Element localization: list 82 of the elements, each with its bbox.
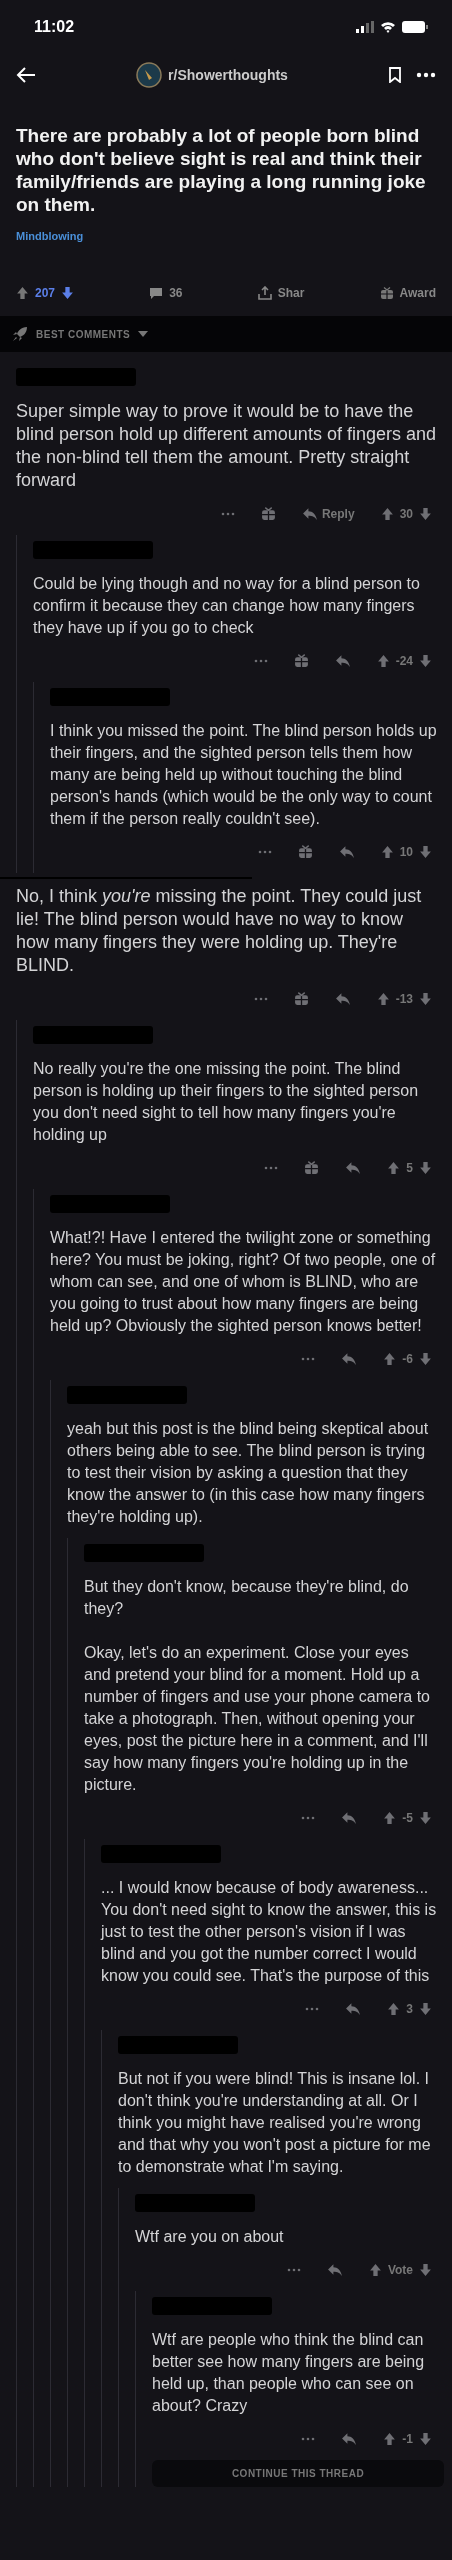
vote-count: -13 xyxy=(395,991,413,1006)
rocket-icon xyxy=(12,326,28,342)
reply-icon[interactable] xyxy=(334,991,351,1006)
upvote-icon[interactable] xyxy=(368,2262,382,2277)
continue-thread-button[interactable]: CONTINUE THIS THREAD xyxy=(152,2460,444,2487)
gift-icon xyxy=(379,286,394,300)
more-icon[interactable] xyxy=(416,72,436,78)
comment-text: But not if you were blind! This is insane lol. I don't think you're understanding at all. Or I think you might have realised you're wrong and that why you won't post a picture for me to demonstrate what I'm saying. xyxy=(118,2069,432,2177)
upvote-icon[interactable] xyxy=(383,2431,397,2446)
gift-icon[interactable] xyxy=(297,844,313,859)
upvote-icon[interactable] xyxy=(387,1160,401,1175)
share-button[interactable]: Shar xyxy=(257,286,305,300)
vote-count: -6 xyxy=(402,1351,413,1366)
reply-icon[interactable] xyxy=(341,1810,358,1825)
reply-icon[interactable] xyxy=(334,653,351,668)
comment-text: Could be lying though and no way for a blind person to confirm it because they can change how many fingers they have up if you go to check xyxy=(33,574,421,638)
comment-text: What!?! Have I entered the twilight zone or something here? You must be joking, right? Of two people, one of whom can see, and one of whom is BLIND, who are you going to trust about how many fingers are being held up? Obviously the sighted person knows better! xyxy=(50,1228,437,1336)
comment-text: No, I think you're missing the point. They could just lie! The blind person would have no way to know how many fingers they were holding up. They're BLIND. xyxy=(16,885,423,977)
vote-count: -5 xyxy=(402,1810,413,1825)
reply-icon[interactable] xyxy=(345,1160,362,1175)
comment-icon xyxy=(149,286,164,300)
vote-count: 3 xyxy=(406,2001,413,2016)
comment-text: Super simple way to prove it would be to have the blind person hold up different amounts of fingers and the non-blind tell them the amount. Pretty straight forward xyxy=(16,400,437,492)
gift-icon[interactable] xyxy=(260,506,276,521)
vote-count: 5 xyxy=(406,1160,413,1175)
post-title: There are probably a lot of people born blind who don't believe sight is real and think their family/friends are playing a long running joke on them. xyxy=(16,124,427,216)
flair-tag[interactable]: Mindblowing xyxy=(16,230,84,242)
downvote-icon[interactable] xyxy=(419,1351,432,1366)
downvote-icon[interactable] xyxy=(419,844,432,859)
downvote-icon[interactable] xyxy=(419,1160,432,1175)
vote-count: -24 xyxy=(395,653,413,668)
caret-icon xyxy=(138,331,149,337)
downvote-icon[interactable] xyxy=(419,2001,432,2016)
comment-text: I think you missed the point. The blind person holds up their fingers, and the sighted person tells them how many are being held up without touching the blind person's hands (which would be the only way to count them if the person really couldn't see). xyxy=(50,721,438,829)
comment-text: No really you're the one missing the point. The blind person is holding up their fingers to the sighted person you don't need sight to tell how many fingers you're holding up xyxy=(33,1059,420,1145)
subreddit-name[interactable]: r/Showerthoughts xyxy=(168,67,288,83)
gift-icon[interactable] xyxy=(293,991,309,1006)
comment-text: But they don't know, because they're blind, do they? Okay, let's do an experiment. Close your eyes and pretend your blind for a moment. Hold up a number of fingers and use your phone camera to take a photograph. Then, without opening your eyes, post the picture here in a comment, and I'll say how many fingers you're holding up in the picture. xyxy=(84,1577,431,1795)
upvote-icon[interactable] xyxy=(383,1351,397,1366)
reply-icon[interactable] xyxy=(341,1351,358,1366)
upvote-icon[interactable] xyxy=(380,506,394,521)
signal-icon xyxy=(356,21,374,33)
downvote-icon[interactable] xyxy=(419,506,432,521)
status-time: 11:02 xyxy=(34,18,75,36)
share-icon xyxy=(257,286,272,300)
subreddit-avatar-icon xyxy=(136,62,163,88)
back-arrow-icon[interactable] xyxy=(16,67,36,83)
gift-icon[interactable] xyxy=(293,653,309,668)
reply-icon[interactable] xyxy=(338,844,355,859)
vote-count: Vote xyxy=(387,2262,413,2277)
vote-count: 207 xyxy=(35,286,56,300)
reply-button[interactable]: Reply xyxy=(301,506,355,521)
downvote-icon[interactable] xyxy=(419,653,432,668)
downvote-icon[interactable] xyxy=(419,1810,432,1825)
reply-arrow-icon xyxy=(301,506,318,521)
upvote-icon[interactable] xyxy=(380,844,394,859)
upvote-icon[interactable] xyxy=(387,2001,401,2016)
vote-count: 30 xyxy=(399,506,413,521)
downvote-icon[interactable] xyxy=(419,2431,432,2446)
upvote-icon[interactable] xyxy=(376,991,390,1006)
award-button[interactable]: Award xyxy=(379,286,436,300)
reply-icon[interactable] xyxy=(341,2431,358,2446)
comment-count: 36 xyxy=(169,286,183,300)
upvote-icon[interactable] xyxy=(383,1810,397,1825)
vote-count: 10 xyxy=(399,844,413,859)
downvote-icon[interactable] xyxy=(419,2262,432,2277)
reply-icon[interactable] xyxy=(345,2001,362,2016)
wifi-icon xyxy=(380,21,396,33)
comment-text: ... I would know because of body awareness... You don't need sight to know the answer, this is just to test the other person's vision if I was blind and you got the number correct I would know you could see. That's the purpose of this xyxy=(101,1878,438,1986)
gift-icon[interactable] xyxy=(304,1160,320,1175)
downvote-icon[interactable] xyxy=(419,991,432,1006)
upvote-icon[interactable] xyxy=(376,653,390,668)
vote-count: -1 xyxy=(402,2431,413,2446)
comment-text: Wtf are you on about xyxy=(135,2227,285,2247)
reply-icon[interactable] xyxy=(326,2262,343,2277)
upvote-icon[interactable] xyxy=(16,286,29,300)
battery-icon xyxy=(402,21,428,33)
sort-button[interactable]: BEST COMMENTS xyxy=(12,326,440,342)
downvote-icon[interactable] xyxy=(61,286,75,300)
comment-text: yeah but this post is the blind being skeptical about others being able to see. The blind person is trying to test their vision by asking a question that they know the answer to (in this case how many fingers they're holding up). xyxy=(67,1419,430,1527)
bookmark-icon[interactable] xyxy=(388,67,402,83)
comment-text: Wtf are people who think the blind can better see how many fingers are being held up, than people who can see on about? Crazy xyxy=(152,2330,426,2416)
